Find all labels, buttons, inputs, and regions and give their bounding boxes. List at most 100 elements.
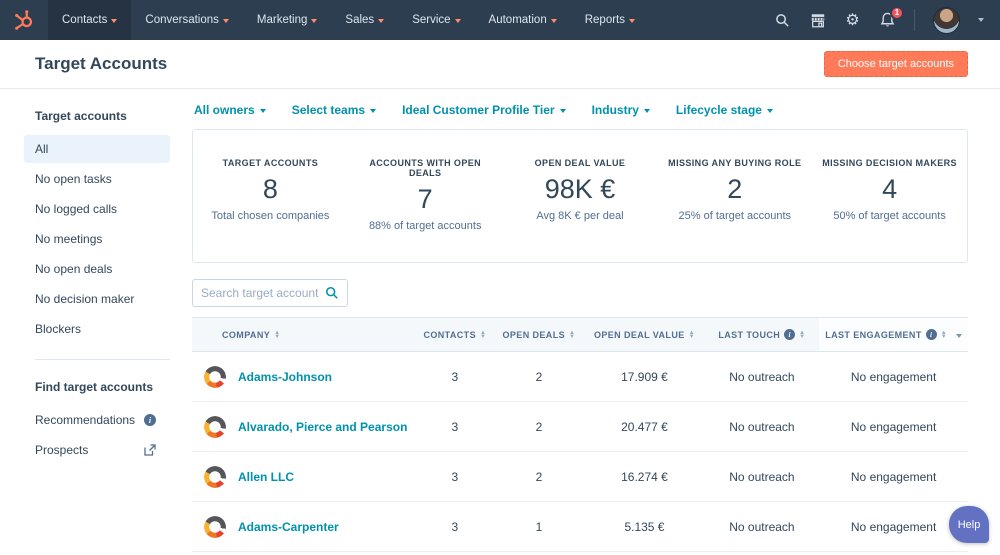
sort-icon[interactable]: ▲ ▼: [941, 330, 947, 340]
stat-value: 4: [882, 174, 898, 204]
contacts-cell: 4: [416, 551, 494, 555]
stat-open-deal-value: OPEN DEAL VALUE 98K € Avg 8K € per deal: [503, 158, 658, 232]
nav-item-sales[interactable]: Sales: [331, 0, 398, 40]
target-accounts-table: COMPANY ▲ ▼ CONTACTS ▲ ▼ OPEN DEALS ▲ ▼ OPE…: [192, 317, 968, 555]
help-button[interactable]: Help: [949, 506, 989, 543]
sidebar-item-no-logged-calls[interactable]: No logged calls: [0, 195, 192, 223]
filter-label: Industry: [591, 103, 639, 117]
sort-icon[interactable]: ▲ ▼: [689, 330, 695, 340]
search-target-account-box: [192, 279, 348, 307]
last-engagement-cell: No engagement: [819, 551, 968, 555]
user-avatar[interactable]: [933, 6, 960, 34]
open-deals-cell: 2: [493, 351, 585, 402]
nav-label: Service: [412, 14, 451, 26]
chevron-down-icon: [766, 108, 773, 113]
choose-target-accounts-button[interactable]: Choose target accounts: [823, 51, 968, 77]
sidebar-item-recommendations[interactable]: Recommendations i: [0, 406, 192, 434]
column-options-chevron-icon[interactable]: [955, 333, 962, 338]
column-header-company[interactable]: COMPANY ▲ ▼: [192, 317, 417, 352]
stat-value: 2: [727, 174, 743, 204]
contacts-cell: 3: [416, 401, 494, 452]
search-input[interactable]: [201, 286, 325, 300]
user-menu-chevron-icon[interactable]: [978, 18, 984, 22]
info-icon[interactable]: i: [144, 414, 156, 426]
open-deal-value-cell: 16.274 €: [584, 451, 705, 502]
stat-missing-any-buying-role: MISSING ANY BUYING ROLE 2 25% of target …: [657, 158, 812, 232]
nav-label: Contacts: [62, 14, 108, 26]
nav-item-marketing[interactable]: Marketing: [243, 0, 332, 40]
sidebar-item-prospects[interactable]: Prospects: [0, 436, 192, 464]
page-header: Target Accounts Choose target accounts: [0, 40, 1000, 89]
sidebar-item-no-decision-maker[interactable]: No decision maker: [0, 285, 192, 313]
open-deals-cell: 1: [493, 501, 585, 552]
column-header-open-deal-value[interactable]: OPEN DEAL VALUE ▲ ▼: [584, 317, 705, 352]
stat-value: 8: [262, 174, 278, 204]
stat-subtext: Avg 8K € per deal: [536, 210, 624, 222]
filter-all-owners[interactable]: All owners: [194, 103, 266, 117]
table-header-row: COMPANY ▲ ▼ CONTACTS ▲ ▼ OPEN DEALS ▲ ▼ OPE…: [192, 317, 968, 352]
sidebar-item-all[interactable]: All: [24, 135, 170, 163]
company-link[interactable]: Adams-Johnson: [238, 370, 332, 384]
search-icon[interactable]: [325, 286, 339, 300]
info-icon[interactable]: i: [784, 329, 796, 340]
column-header-open-deals[interactable]: OPEN DEALS ▲ ▼: [493, 317, 585, 352]
sprocket-icon: [15, 10, 33, 30]
table-row[interactable]: Allen LLC 3 2 16.274 € No outreach No en…: [192, 451, 968, 502]
sort-icon[interactable]: ▲ ▼: [569, 330, 575, 340]
filter-select-teams[interactable]: Select teams: [292, 103, 377, 117]
sort-icon[interactable]: ▲ ▼: [799, 330, 805, 340]
nav-item-contacts[interactable]: Contacts: [48, 0, 132, 40]
last-engagement-cell: No engagement: [819, 351, 968, 402]
table-row[interactable]: Adams-Johnson 3 2 17.909 € No outreach N…: [192, 351, 968, 402]
company-logo-icon: [204, 415, 226, 438]
info-icon[interactable]: i: [925, 329, 937, 340]
stat-subtext: 88% of target accounts: [368, 220, 482, 232]
sidebar-item-no-open-tasks[interactable]: No open tasks: [0, 165, 192, 193]
notification-badge: 1: [890, 5, 904, 20]
company-link[interactable]: Alvarado, Pierce and Pearson: [238, 420, 407, 434]
company-link[interactable]: Adams-Carpenter: [238, 520, 339, 534]
nav-label: Conversations: [145, 14, 219, 26]
last-engagement-cell: No engagement: [819, 451, 968, 502]
nav-item-service[interactable]: Service: [398, 0, 474, 40]
hubspot-logo[interactable]: [0, 0, 48, 40]
sidebar-section-title: Target accounts: [35, 109, 127, 123]
table-row[interactable]: Alvarado, Pierce and Pearson 3 2 20.477 …: [192, 401, 968, 452]
filter-ideal-customer-profile-tier[interactable]: Ideal Customer Profile Tier: [402, 103, 566, 117]
table-row[interactable]: Alvarez Ltd 4 1 9.097 € hace 2 años No e…: [192, 551, 968, 555]
nav-label: Sales: [345, 14, 375, 26]
marketplace-icon[interactable]: [809, 12, 826, 29]
sort-icon[interactable]: ▲ ▼: [274, 330, 280, 340]
sort-icon[interactable]: ▲ ▼: [480, 330, 486, 340]
last-touch-cell: No outreach: [704, 351, 820, 402]
column-label: COMPANY: [222, 329, 271, 340]
notifications-bell-icon[interactable]: 1: [879, 5, 904, 29]
last-touch-cell: hace 2 años: [704, 551, 820, 555]
stat-label: TARGET ACCOUNTS: [222, 158, 319, 168]
filter-lifecycle-stage[interactable]: Lifecycle stage: [676, 103, 773, 117]
filter-industry[interactable]: Industry: [592, 103, 650, 117]
stat-subtext: 50% of target accounts: [833, 210, 946, 222]
chevron-down-icon: [259, 108, 266, 113]
column-label: OPEN DEALS: [502, 329, 566, 340]
settings-gear-icon[interactable]: ⚙: [844, 12, 861, 29]
search-icon[interactable]: [774, 12, 791, 29]
stat-label: OPEN DEAL VALUE: [534, 158, 626, 168]
contacts-cell: 3: [416, 451, 494, 502]
company-link[interactable]: Allen LLC: [238, 470, 294, 484]
nav-item-reports[interactable]: Reports: [571, 0, 649, 40]
table-row[interactable]: Adams-Carpenter 3 1 5.135 € No outreach …: [192, 501, 968, 552]
nav-label: Marketing: [256, 14, 308, 26]
column-header-last-engagement[interactable]: LAST ENGAGEMENT i ▲ ▼: [819, 317, 968, 352]
column-label: CONTACTS: [423, 329, 476, 340]
sidebar-item-no-open-deals[interactable]: No open deals: [0, 255, 192, 283]
sidebar-item-blockers[interactable]: Blockers: [0, 315, 192, 343]
column-header-contacts[interactable]: CONTACTS ▲ ▼: [416, 317, 494, 352]
nav-item-conversations[interactable]: Conversations: [131, 0, 243, 40]
sidebar-item-no-meetings[interactable]: No meetings: [0, 225, 192, 253]
chevron-down-icon: [111, 19, 118, 23]
stat-value: 98K €: [544, 174, 616, 204]
nav-item-automation[interactable]: Automation: [475, 0, 571, 40]
column-header-last-touch[interactable]: LAST TOUCH i ▲ ▼: [704, 317, 820, 352]
main-content: All owners Select teams Ideal Customer P…: [192, 89, 1000, 555]
